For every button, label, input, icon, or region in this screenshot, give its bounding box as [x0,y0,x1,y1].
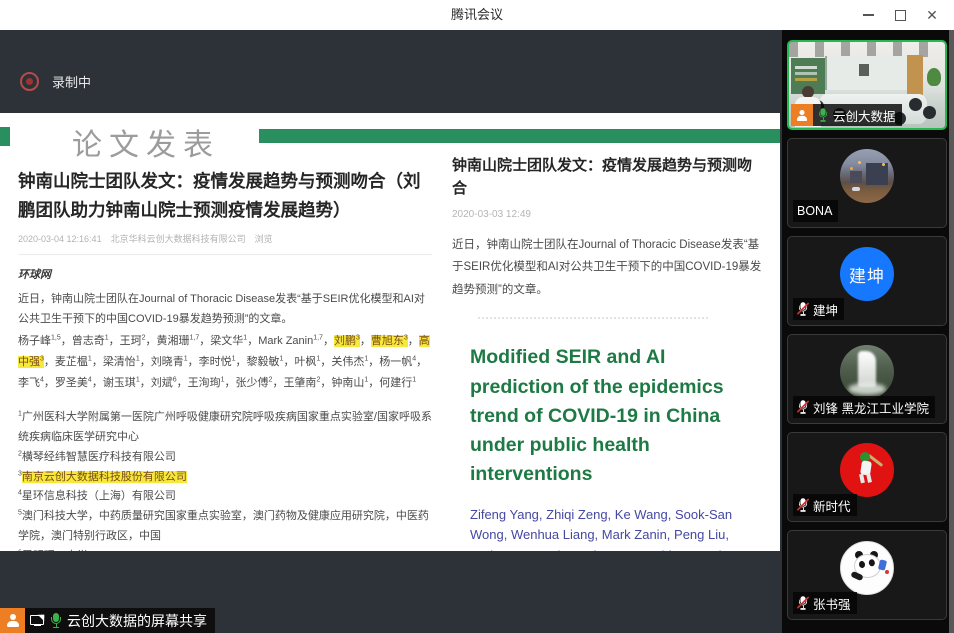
tencent-meeting-window: 腾讯会议 ✕ 录制中 论文发表 钟南山院士团队发文：疫情发展趋势与预测吻合（刘鹏… [0,0,954,633]
affiliation-line: 3南京云创大数据科技股份有限公司 [18,468,432,488]
author-name: 黎毅敏1 [247,356,284,368]
mic-muted-icon [798,400,808,414]
participant-name: 新时代 [813,496,851,515]
sidebar-scrollbar[interactable] [949,30,954,633]
author-name: 李飞4 [18,377,44,389]
author-name: 张少傅2 [236,377,273,389]
author-name: 刘斌6 [151,377,177,389]
author-name: 王肇南2 [283,377,320,389]
affiliation-line: 5澳门科技大学，中药质量研究国家重点实验室，澳门药物及健康应用研究院，中医药学院… [18,507,432,547]
author-name: 叶枫1 [294,356,320,368]
divider [478,317,708,319]
participant-tile[interactable]: BONA [787,138,947,228]
avatar [840,345,894,399]
screen-share-text: 云创大数据的屏幕共享 [67,611,207,631]
left-article-affiliations: 1广州医科大学附属第一医院广州呼吸健康研究院呼吸疾病国家重点实验室/国家呼吸系统… [18,408,432,551]
author-name: 杨子峰1,5 [18,335,61,347]
left-article: 钟南山院士团队发文：疫情发展趋势与预测吻合（刘鹏团队助力钟南山院士预测疫情发展趋… [18,167,432,551]
record-dot-icon [20,72,39,91]
author-name: 关伟杰1 [331,356,368,368]
page-title: 论文发表 [72,120,220,164]
mic-muted-icon [798,498,808,512]
user-icon [791,104,813,126]
header-green-square [0,127,10,146]
participant-tile[interactable]: 新时代 [787,432,947,522]
user-icon [0,608,25,633]
left-article-source: 环球网 [18,266,432,282]
maximize-icon[interactable] [884,0,916,30]
shared-screen[interactable]: 论文发表 钟南山院士团队发文：疫情发展趋势与预测吻合（刘鹏团队助力钟南山院士预测… [0,113,780,551]
mic-muted-icon [798,302,808,316]
participants-sidebar: 云创大数据 BONA 建坤建坤刘锋 黑龙江工业学院新时代张书强 [782,30,954,633]
affiliation-line: 2横琴经纬智慧医疗科技有限公司 [18,448,432,468]
screen-share-label: 云创大数据的屏幕共享 [25,608,215,633]
right-article: 钟南山院士团队发文：疫情发展趋势与预测吻合 2020-03-03 12:49 近… [452,155,766,551]
screen-share-icon [30,614,45,628]
participant-name: 云创大数据 [833,106,896,125]
author-name: 曾志奇1 [72,335,109,347]
participant-tiles: 云创大数据 BONA 建坤建坤刘锋 黑龙江工业学院新时代张书强 [787,40,947,628]
participant-name: 张书强 [813,594,851,613]
right-article-intro: 近日，钟南山院士团队在Journal of Thoracic Disease发表… [452,234,766,301]
right-article-date: 2020-03-03 12:49 [452,209,766,220]
window-titlebar: 腾讯会议 ✕ [0,0,954,30]
mic-on-icon [50,613,62,629]
meeting-stage: 录制中 论文发表 钟南山院士团队发文：疫情发展趋势与预测吻合（刘鹏团队助力钟南山… [0,30,782,633]
screen-share-banner: 云创大数据的屏幕共享 [0,608,215,633]
right-article-title: 钟南山院士团队发文：疫情发展趋势与预测吻合 [452,155,766,200]
avatar [840,541,894,595]
left-article-authors: 杨子峰1,5，曾志奇1，王珂2，黄湘珊1,7，梁文华1，Mark Zanin1,… [18,331,432,394]
participant-name: 建坤 [813,300,838,319]
participant-label: 张书强 [793,592,857,614]
author-name: 谢玉琪1 [103,377,140,389]
author-name: Mark Zanin1,7 [258,335,323,347]
participant-label: BONA [793,200,838,222]
paper-authors-english: Zifeng Yang, Zhiqi Zeng, Ke Wang, Sook-S… [470,505,756,551]
participant-name: BONA [797,204,832,218]
window-controls: ✕ [852,0,948,30]
author-name: 麦芷榅1 [55,356,92,368]
avatar [840,149,894,203]
avatar: 建坤 [840,247,894,301]
author-name: 梁文华1 [210,335,247,347]
participant-tile[interactable]: 建坤建坤 [787,236,947,326]
author-name: 钟南山1 [331,377,368,389]
avatar [840,443,894,497]
minimize-icon[interactable] [852,0,884,30]
author-name: 刘晓青1 [151,356,188,368]
author-name: 罗圣美4 [55,377,92,389]
header-green-bar [259,129,780,143]
participant-label: 建坤 [793,298,844,320]
recording-indicator: 录制中 [20,72,91,91]
participant-label: 刘锋 黑龙江工业学院 [793,396,935,418]
mic-muted-icon [798,596,808,610]
author-name: 王珂2 [120,335,146,347]
left-article-title: 钟南山院士团队发文：疫情发展趋势与预测吻合（刘鹏团队助力钟南山院士预测疫情发展趋… [18,167,432,225]
author-name: 梁清怡1 [103,356,140,368]
author-name: 黄湘珊1,7 [157,335,200,347]
author-name: 李时悦1 [199,356,236,368]
mic-on-icon [818,108,828,122]
affiliation-line: 1广州医科大学附属第一医院广州呼吸健康研究院呼吸疾病国家重点实验室/国家呼吸系统… [18,408,432,448]
participant-label: 云创大数据 [791,104,902,126]
author-name: 刘鹏3 [334,335,360,347]
participant-name: 刘锋 黑龙江工业学院 [813,398,929,417]
author-name: 杨一帆4 [379,356,416,368]
recording-label: 录制中 [52,72,91,91]
author-name: 何建行1 [379,377,416,389]
left-article-meta: 2020-03-04 12:16:41 北京华科云创大数据科技有限公司 浏览 [18,232,432,245]
divider [18,254,432,255]
author-name: 曹旭东3 [371,335,408,347]
paper-title-english: Modified SEIR and AI prediction of the e… [470,343,756,489]
participant-label: 新时代 [793,494,857,516]
author-name: 王洵珣1 [188,377,225,389]
participant-tile[interactable]: 张书强 [787,530,947,620]
affiliation-line: 6昆明理工大学 [18,547,432,551]
affiliation-line: 4星环信息科技（上海）有限公司 [18,487,432,507]
window-title: 腾讯会议 [0,0,954,30]
left-article-intro: 近日，钟南山院士团队在Journal of Thoracic Disease发表… [18,289,432,330]
participant-tile[interactable]: 云创大数据 [787,40,947,130]
participant-tile[interactable]: 刘锋 黑龙江工业学院 [787,334,947,424]
close-icon[interactable]: ✕ [916,0,948,30]
